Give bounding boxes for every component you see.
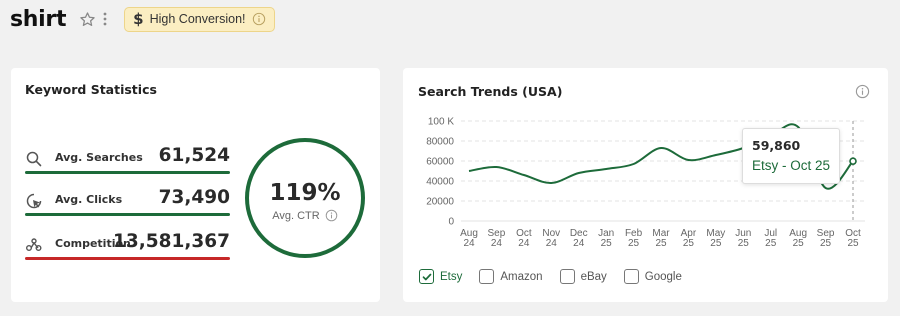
chart-legend: Etsy Amazon eBay Google [419, 269, 699, 284]
x-tick-label: 25 [847, 238, 859, 249]
info-icon[interactable] [252, 12, 266, 26]
legend-ebay-checkbox[interactable]: eBay [559, 269, 607, 284]
search-trends-card: Search Trends (USA) 100 K 80000 60000 40000… [403, 68, 888, 302]
high-conversion-badge: $ High Conversion! [124, 6, 275, 32]
y-tick-label: 20000 [426, 197, 454, 208]
x-tick-label: 25 [765, 238, 777, 249]
stat-value: 73,490 [158, 187, 230, 208]
hover-point [849, 157, 857, 165]
avg-ctr-value: 119% [269, 180, 341, 206]
keyword-statistics-card: Keyword Statistics Avg. Searches 61,524 … [11, 68, 380, 302]
avg-searches-stat: Avg. Searches 61,524 [25, 144, 230, 174]
info-icon[interactable] [325, 209, 338, 222]
stat-label: Avg. Clicks [55, 193, 123, 206]
checkbox-empty-icon [479, 269, 495, 284]
tooltip-value: 59,860 [752, 138, 801, 153]
legend-google-checkbox[interactable]: Google [623, 269, 682, 284]
legend-label: eBay [580, 270, 607, 283]
avg-ctr-label: Avg. CTR [272, 209, 320, 222]
y-tick-label: 100 K [428, 117, 454, 128]
x-tick-label: 25 [738, 238, 750, 249]
legend-etsy-checkbox[interactable]: Etsy [419, 269, 462, 284]
more-options-icon[interactable] [100, 10, 110, 28]
x-tick-label: 25 [601, 238, 613, 249]
y-tick-label: 0 [448, 217, 454, 228]
x-tick-label: 24 [518, 238, 530, 249]
stat-label: Avg. Searches [55, 151, 143, 164]
x-tick-label: 24 [463, 238, 475, 249]
x-tick-label: 25 [710, 238, 722, 249]
y-tick-label: 40000 [426, 177, 454, 188]
badge-label: High Conversion! [149, 12, 246, 26]
checkbox-empty-icon [559, 269, 575, 284]
stat-value: 13,581,367 [112, 231, 230, 252]
x-tick-label: 25 [628, 238, 640, 249]
search-icon [26, 151, 42, 167]
star-icon[interactable] [78, 10, 96, 28]
y-tick-label: 80000 [426, 137, 454, 148]
checkbox-empty-icon [623, 269, 639, 284]
x-tick-label: 25 [655, 238, 667, 249]
chart-tooltip: 59,860 Etsy - Oct 25 [742, 128, 840, 184]
legend-label: Amazon [500, 270, 543, 283]
x-tick-label: 25 [820, 238, 832, 249]
x-tick-label: 25 [683, 238, 695, 249]
x-tick-label: 24 [546, 238, 558, 249]
stat-bar [25, 171, 230, 174]
stat-bar [25, 257, 230, 260]
legend-label: Etsy [440, 270, 463, 283]
x-tick-label: 24 [491, 238, 503, 249]
stat-bar [25, 213, 230, 216]
avg-ctr-gauge: 119% Avg. CTR [245, 138, 365, 258]
competition-icon [26, 238, 42, 251]
x-tick-label: 24 [573, 238, 585, 249]
stat-value: 61,524 [158, 145, 230, 166]
avg-clicks-stat: Avg. Clicks 73,490 [25, 186, 230, 216]
checkbox-checked-icon [419, 269, 434, 284]
click-icon [26, 193, 42, 209]
page-title: shirt [10, 6, 67, 32]
legend-amazon-checkbox[interactable]: Amazon [479, 269, 543, 284]
y-tick-label: 60000 [426, 157, 454, 168]
legend-label: Google [644, 270, 682, 283]
page-header: shirt $ High Conversion! [10, 4, 275, 34]
x-tick-label: 25 [793, 238, 805, 249]
dollar-icon: $ [133, 10, 144, 28]
tooltip-label: Etsy - Oct 25 [752, 158, 831, 173]
competition-stat: Competition 13,581,367 [25, 230, 230, 260]
keyword-statistics-title: Keyword Statistics [25, 82, 157, 97]
